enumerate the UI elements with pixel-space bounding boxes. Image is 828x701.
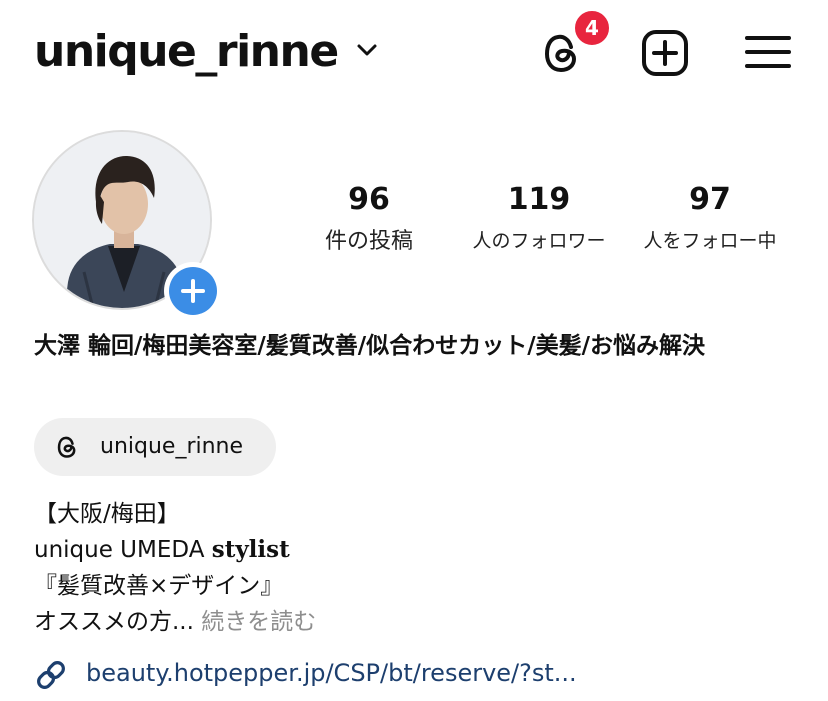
bio-line: オススメの方... 続きを読む <box>34 604 316 640</box>
following-count-label: 人をフォロー中 <box>643 230 777 252</box>
posts-count[interactable]: 96 件の投稿 <box>304 182 434 255</box>
following-count[interactable]: 97 人をフォロー中 <box>630 182 790 253</box>
profile-link-text[interactable]: beauty.hotpepper.jp/CSP/bt/reserve/?st..… <box>86 659 577 687</box>
bio-line: 『髪質改善×デザイン』 <box>34 573 284 599</box>
followers-count-label: 人のフォロワー <box>472 230 606 252</box>
chevron-down-icon[interactable] <box>356 42 378 58</box>
profile-header: unique_rinne 4 <box>0 0 828 110</box>
bio-line: 【大阪/梅田】 <box>34 501 180 527</box>
read-more-link[interactable]: 続きを読む <box>201 609 316 635</box>
add-story-button[interactable] <box>164 262 222 320</box>
username-title[interactable]: unique_rinne <box>34 26 339 77</box>
bio-stylist: stylist <box>211 536 290 563</box>
bio-line-text: オススメの方... <box>34 609 194 635</box>
posts-count-label: 件の投稿 <box>324 229 413 254</box>
following-count-value: 97 <box>689 182 731 217</box>
display-name: 大澤 輪回/梅田美容室/髪質改善/似合わせカット/美髪/お悩み解決 <box>34 333 706 359</box>
bio-line-prefix: unique UMEDA <box>34 537 212 563</box>
posts-count-value: 96 <box>348 182 390 217</box>
plus-icon <box>181 279 205 303</box>
threads-profile-chip[interactable]: unique_rinne <box>34 418 276 476</box>
plus-square-icon[interactable] <box>640 28 690 78</box>
threads-handle: unique_rinne <box>100 434 244 459</box>
notification-badge: 4 <box>572 8 612 48</box>
followers-count[interactable]: 119 人のフォロワー <box>462 182 616 253</box>
threads-icon <box>57 436 76 458</box>
bio-line: unique UMEDA stylist <box>34 532 316 568</box>
followers-count-value: 119 <box>507 182 571 217</box>
hamburger-menu-icon[interactable] <box>744 32 792 72</box>
link-icon <box>37 661 65 689</box>
bio: 【大阪/梅田】 unique UMEDA stylist 『髪質改善×デザイン』… <box>34 496 316 640</box>
